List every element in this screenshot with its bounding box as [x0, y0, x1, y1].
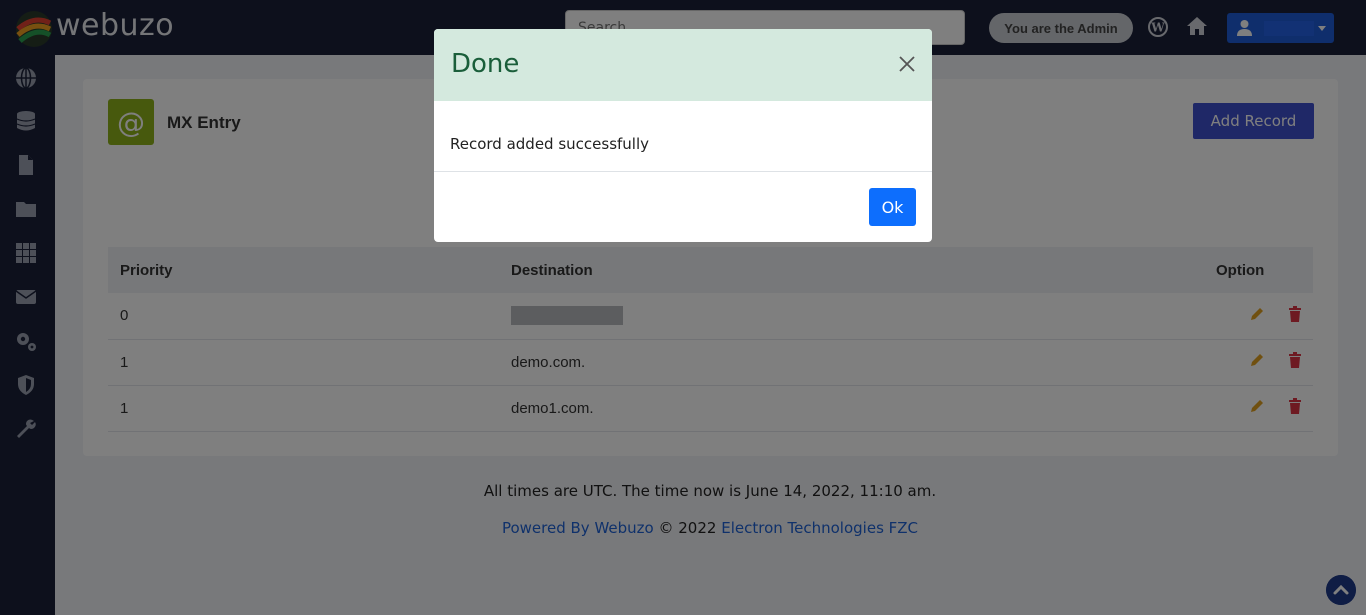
dialog-divider [434, 171, 932, 172]
done-dialog: Done Record added successfully Ok [434, 29, 932, 242]
dialog-message: Record added successfully [450, 135, 650, 153]
dialog-header: Done [434, 29, 932, 101]
ok-button[interactable]: Ok [869, 188, 916, 226]
close-icon[interactable] [898, 55, 916, 73]
dialog-title: Done [451, 49, 520, 79]
